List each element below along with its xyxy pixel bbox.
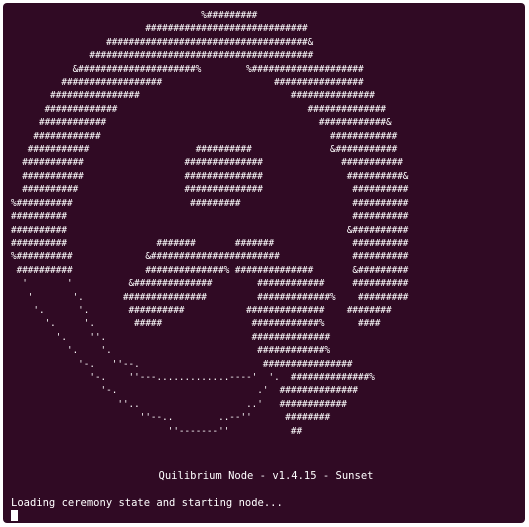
status-message: Loading ceremony state and starting node…	[11, 497, 283, 509]
terminal-output: %######### #############################…	[11, 9, 519, 523]
terminal-window[interactable]: %######### #############################…	[3, 3, 525, 523]
prompt-line[interactable]	[11, 509, 18, 521]
node-version-banner: Quilibrium Node - v1.4.15 - Sunset	[158, 470, 374, 482]
ascii-logo: %######### #############################…	[11, 10, 409, 437]
text-cursor	[11, 509, 18, 521]
